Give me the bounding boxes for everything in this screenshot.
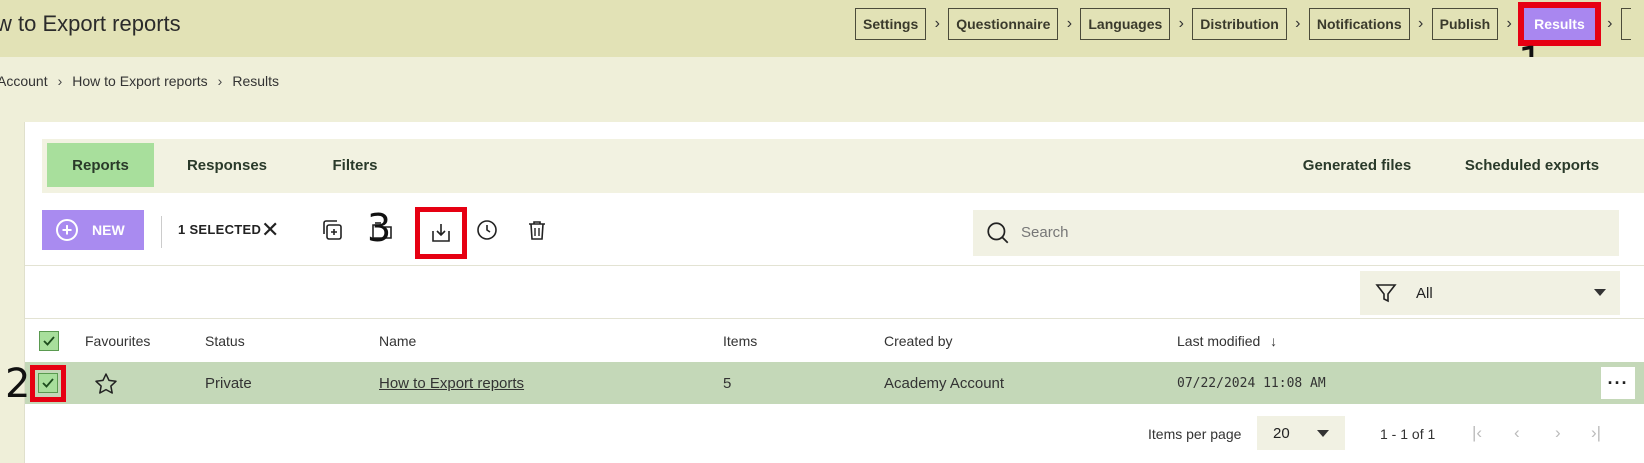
row-status: Private bbox=[205, 375, 252, 392]
status-filter-select[interactable]: All bbox=[1360, 271, 1620, 315]
items-per-page-select[interactable]: 20 bbox=[1257, 416, 1345, 450]
row-items: 5 bbox=[723, 375, 732, 392]
annotation-marker-2: 2 bbox=[5, 361, 31, 407]
select-all-checkbox[interactable] bbox=[39, 331, 59, 351]
divider bbox=[161, 216, 162, 248]
prev-page-icon[interactable]: ‹ bbox=[1514, 423, 1520, 443]
row-checkbox[interactable] bbox=[38, 373, 58, 393]
tab-scheduled-exports[interactable]: Scheduled exports bbox=[1447, 143, 1617, 187]
col-last-modified[interactable]: Last modified ↓ bbox=[1177, 333, 1277, 349]
search-icon bbox=[987, 222, 1009, 244]
chevron-right-icon: › bbox=[1066, 15, 1073, 32]
last-page-icon[interactable]: ›| bbox=[1591, 423, 1601, 443]
next-page-icon[interactable]: › bbox=[1555, 423, 1561, 443]
breadcrumb-current: Results bbox=[232, 73, 280, 89]
plus-circle-icon: + bbox=[56, 219, 78, 241]
check-icon bbox=[42, 378, 54, 388]
search-input[interactable]: Search bbox=[973, 210, 1619, 256]
trash-icon[interactable] bbox=[524, 217, 550, 243]
page-range: 1 - 1 of 1 bbox=[1380, 426, 1436, 442]
step-questionnaire[interactable]: Questionnaire bbox=[948, 8, 1059, 40]
star-icon[interactable] bbox=[93, 371, 119, 402]
row-last-modified: 07/22/2024 11:08 AM bbox=[1177, 376, 1326, 391]
tab-reports[interactable]: Reports bbox=[47, 143, 154, 187]
row-created-by: Academy Account bbox=[884, 375, 1005, 392]
tab-filters[interactable]: Filters bbox=[305, 143, 405, 187]
items-per-page-value: 20 bbox=[1273, 425, 1290, 442]
new-report-button[interactable]: + NEW bbox=[42, 210, 144, 250]
clear-selection-icon[interactable]: ✕ bbox=[261, 217, 279, 243]
col-status[interactable]: Status bbox=[205, 333, 245, 349]
step-results[interactable]: Results bbox=[1518, 2, 1601, 46]
clock-icon[interactable] bbox=[474, 217, 500, 243]
breadcrumb-account[interactable]: Account bbox=[0, 73, 48, 89]
tab-generated-files[interactable]: Generated files bbox=[1287, 143, 1427, 187]
items-per-page-label: Items per page bbox=[1148, 426, 1242, 442]
more-options-button[interactable]: ··· bbox=[1601, 367, 1635, 399]
chevron-right-icon: › bbox=[934, 15, 940, 32]
chevron-right-icon: › bbox=[1178, 15, 1184, 32]
search-placeholder: Search bbox=[1021, 224, 1069, 241]
col-items[interactable]: Items bbox=[723, 333, 757, 349]
step-settings[interactable]: Settings bbox=[855, 8, 927, 40]
breadcrumb-bar: Account › How to Export reports › Result… bbox=[0, 57, 1644, 103]
first-page-icon[interactable]: |‹ bbox=[1472, 423, 1482, 443]
breadcrumb: Account › How to Export reports › Result… bbox=[0, 73, 279, 89]
step-next-partial[interactable] bbox=[1620, 8, 1631, 40]
arrow-down-icon: ↓ bbox=[1270, 333, 1278, 349]
filter-value: All bbox=[1416, 285, 1433, 302]
table-row[interactable]: 2 Private How to Export reports 5 Academ… bbox=[5, 362, 1644, 404]
row-name-link[interactable]: How to Export reports bbox=[379, 375, 524, 392]
step-publish[interactable]: Publish bbox=[1431, 8, 1499, 40]
download-icon bbox=[432, 224, 450, 242]
caret-down-icon bbox=[1317, 430, 1329, 437]
selection-count: 1 SELECTED bbox=[178, 222, 262, 237]
chevron-right-icon: › bbox=[1607, 15, 1613, 32]
col-favourites[interactable]: Favourites bbox=[85, 333, 150, 349]
top-bar: w to Export reports Settings › Questionn… bbox=[0, 0, 1644, 82]
breadcrumb-survey[interactable]: How to Export reports bbox=[72, 73, 207, 89]
step-notifications[interactable]: Notifications bbox=[1308, 8, 1410, 40]
chevron-right-icon: › bbox=[57, 73, 63, 89]
chevron-right-icon: › bbox=[1506, 15, 1512, 32]
table-header: Favourites Status Name Items Created by … bbox=[25, 320, 1644, 362]
funnel-icon bbox=[1375, 284, 1397, 303]
new-button-label: NEW bbox=[92, 222, 125, 238]
chevron-right-icon: › bbox=[1295, 15, 1301, 32]
page-title: w to Export reports bbox=[0, 11, 181, 36]
results-tabs: Reports Responses Filters Generated file… bbox=[42, 139, 1644, 193]
duplicate-icon[interactable] bbox=[319, 217, 345, 243]
caret-down-icon bbox=[1594, 289, 1606, 296]
export-button[interactable] bbox=[415, 207, 467, 259]
tab-responses[interactable]: Responses bbox=[167, 143, 287, 187]
step-distribution[interactable]: Distribution bbox=[1192, 8, 1287, 40]
col-created-by[interactable]: Created by bbox=[884, 333, 952, 349]
col-name[interactable]: Name bbox=[379, 333, 416, 349]
chevron-right-icon: › bbox=[1417, 15, 1424, 32]
workflow-steps: Settings › Questionnaire › Languages › D… bbox=[855, 2, 1631, 46]
results-card: Reports Responses Filters Generated file… bbox=[5, 122, 1644, 463]
col-last-modified-label: Last modified bbox=[1177, 333, 1261, 349]
chevron-right-icon: › bbox=[217, 73, 223, 89]
filter-row: All bbox=[25, 267, 1644, 319]
reports-toolbar: + NEW 1 SELECTED ✕ 3 Search bbox=[25, 202, 1644, 266]
pagination: Items per page 20 1 - 1 of 1 |‹ ‹ › ›| bbox=[25, 414, 1644, 454]
step-languages[interactable]: Languages bbox=[1080, 8, 1171, 40]
annotation-marker-3: 3 bbox=[367, 206, 392, 250]
check-icon bbox=[43, 336, 55, 346]
